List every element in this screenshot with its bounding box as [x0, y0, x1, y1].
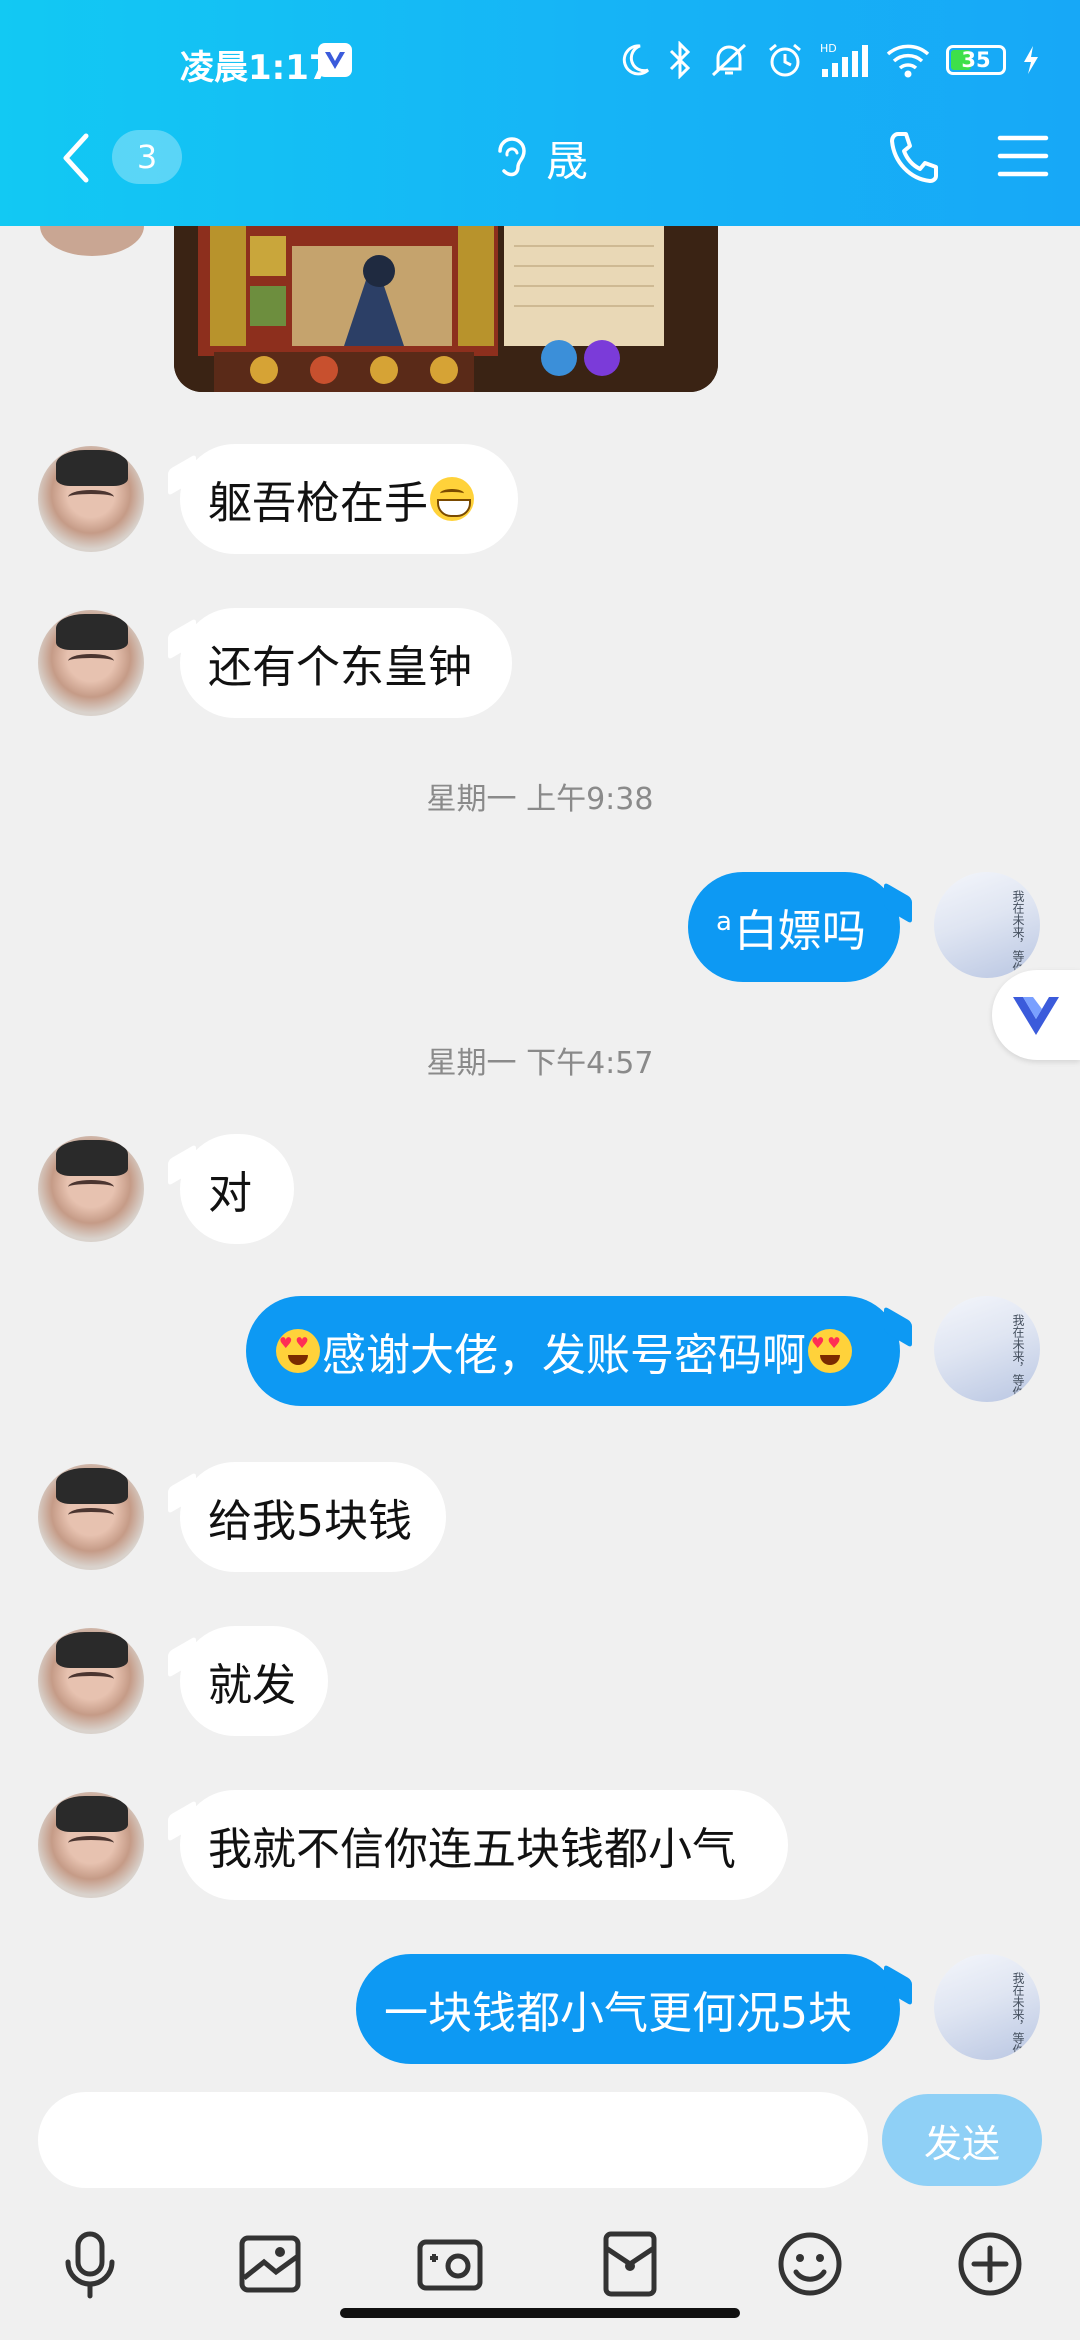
friend-avatar[interactable]	[38, 610, 144, 716]
avatar[interactable]	[40, 226, 144, 256]
mute-bell-icon	[711, 43, 747, 77]
battery-level: 35	[961, 48, 991, 72]
chat-messages[interactable]: 躯吾枪在手 还有个东皇钟 星期一 上午9:38 a白嫖吗 我在未来，等你 星期一…	[0, 226, 1080, 2068]
incoming-message[interactable]: 就发	[180, 1626, 328, 1736]
chat-header: 凌晨1:17 HD 35 3 晟	[0, 0, 1080, 226]
shared-game-screenshot[interactable]	[174, 226, 718, 392]
battery-icon: 35	[946, 45, 1006, 75]
message-text: 躯吾枪在手	[208, 478, 428, 529]
heart-eyes-emoji-icon	[276, 1329, 320, 1373]
friend-avatar[interactable]	[38, 446, 144, 552]
message-text: 我就不信你连五块钱都小气	[208, 1824, 736, 1875]
message-text: 对	[208, 1168, 252, 1219]
emoji-icon[interactable]	[774, 2228, 846, 2300]
image-icon[interactable]	[234, 2228, 306, 2300]
alarm-icon	[769, 43, 801, 77]
my-avatar-text: 我在未来，等你	[1011, 1314, 1025, 1398]
friend-avatar[interactable]	[38, 1464, 144, 1570]
incoming-message[interactable]: 我就不信你连五块钱都小气	[180, 1790, 788, 1900]
moon-icon	[622, 44, 650, 76]
ear-icon[interactable]	[492, 135, 532, 181]
status-icons: HD 35	[618, 36, 1040, 84]
message-text: 一块钱都小气更何况5块	[384, 1988, 852, 2039]
incoming-message[interactable]: 还有个东皇钟	[180, 608, 512, 718]
floating-assistant-button[interactable]	[992, 970, 1080, 1060]
menu-icon[interactable]	[996, 132, 1050, 180]
home-indicator[interactable]	[340, 2308, 740, 2318]
friend-avatar[interactable]	[38, 1628, 144, 1734]
message-text: 给我5块钱	[208, 1496, 412, 1547]
message-superscript: a	[716, 907, 732, 938]
message-text: 就发	[208, 1660, 296, 1711]
wifi-icon	[886, 44, 930, 78]
friend-avatar[interactable]	[38, 1792, 144, 1898]
my-avatar[interactable]: 我在未来，等你	[934, 872, 1040, 978]
plus-icon[interactable]	[954, 2228, 1026, 2300]
microphone-icon[interactable]	[54, 2228, 126, 2300]
charging-icon	[1024, 46, 1038, 74]
friend-avatar[interactable]	[38, 1136, 144, 1242]
chat-title: 晟	[545, 136, 588, 186]
input-bar: 发送	[0, 2068, 1080, 2340]
grin-emoji-icon	[430, 477, 474, 521]
message-text: 还有个东皇钟	[208, 642, 472, 693]
svg-text:HD: HD	[820, 42, 837, 55]
incoming-message[interactable]: 躯吾枪在手	[180, 444, 518, 554]
incoming-message[interactable]: 对	[180, 1134, 294, 1244]
red-packet-icon[interactable]	[594, 2228, 666, 2300]
message-text: 白嫖吗	[733, 906, 866, 957]
message-input[interactable]	[38, 2092, 868, 2188]
outgoing-message[interactable]: a白嫖吗	[688, 872, 900, 982]
outgoing-message[interactable]: 感谢大佬，发账号密码啊	[246, 1296, 900, 1406]
app-v-icon	[318, 43, 352, 77]
my-avatar[interactable]: 我在未来，等你	[934, 1296, 1040, 1402]
nav-bar: 3 晟	[0, 120, 1080, 196]
send-button[interactable]: 发送	[882, 2094, 1042, 2186]
status-bar: 凌晨1:17 HD 35	[0, 36, 1080, 88]
input-toolbar	[0, 2228, 1080, 2300]
phone-call-icon[interactable]	[886, 128, 940, 186]
bluetooth-icon	[669, 41, 691, 79]
game-screenshot-image	[174, 226, 718, 392]
incoming-message[interactable]: 给我5块钱	[180, 1462, 446, 1572]
v-logo-icon	[1013, 997, 1059, 1035]
camera-icon[interactable]	[414, 2228, 486, 2300]
my-avatar-text: 我在未来，等你	[1011, 890, 1025, 974]
signal-icon: HD	[820, 42, 868, 77]
status-time: 凌晨1:17	[180, 48, 333, 88]
timestamp: 星期一 下午4:57	[426, 1046, 654, 1081]
outgoing-message[interactable]: 一块钱都小气更何况5块	[356, 1954, 900, 2064]
message-text: 感谢大佬，发账号密码啊	[322, 1330, 806, 1381]
timestamp: 星期一 上午9:38	[426, 782, 654, 817]
my-avatar[interactable]: 我在未来，等你	[934, 1954, 1040, 2060]
my-avatar-text: 我在未来，等你	[1011, 1972, 1025, 2056]
heart-eyes-emoji-icon	[808, 1329, 852, 1373]
